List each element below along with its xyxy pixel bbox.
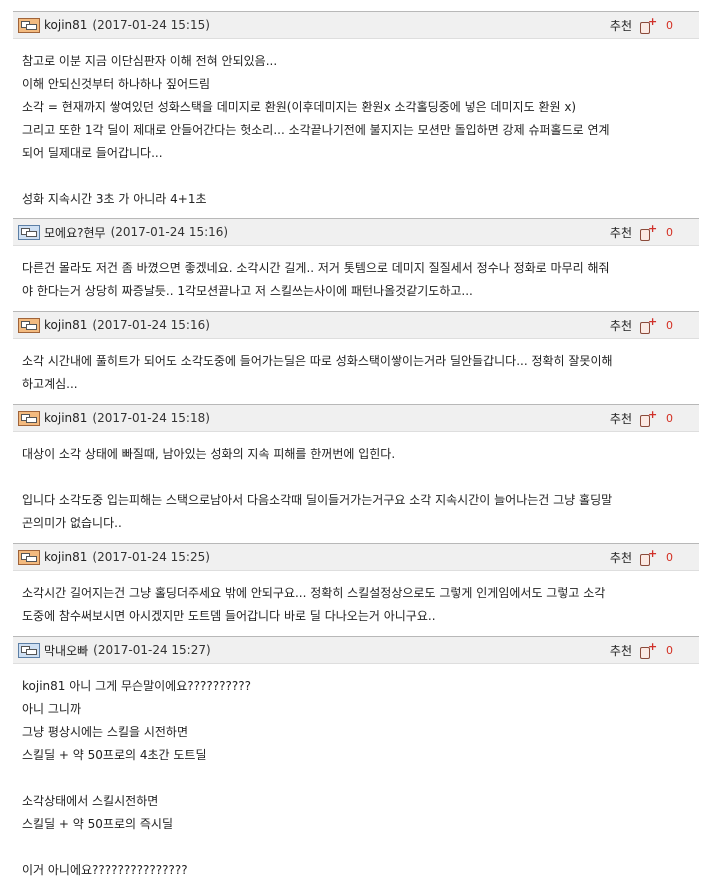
comment-line [22, 466, 699, 489]
recommend-area: 추천 0 [609, 640, 673, 659]
comment-line: 그냥 평상시에는 스킬을 시전하면 [22, 725, 189, 739]
comment-date: (2017-01-24 15:18) [92, 411, 210, 425]
recommend-area: 추천 0 [609, 408, 673, 427]
comment-line: 야 한다는거 상당히 짜증날듯.. 1각모션끝나고 저 스킬쓰는사이에 패턴나올… [22, 284, 473, 298]
comment-line [22, 836, 699, 859]
comment-body: 소각 시간내에 풀히트가 되어도 소각도중에 들어가는딜은 따로 성화스택이쌓이… [13, 339, 699, 396]
comment-line: 도중에 참수써보시면 아시겠지만 도트뎀 들어갑니다 바로 딜 다나오는거 아니… [22, 609, 436, 623]
comment-item: kojin81 (2017-01-24 15:15) 추천 0 참고로 이분 지금 이단… [13, 11, 699, 211]
comment-author[interactable]: kojin81 [44, 318, 87, 332]
comment-body: 참고로 이분 지금 이단심판자 이해 전혀 안되있음... 이해 안되신것부터 하… [13, 39, 699, 211]
comment-item: kojin81 (2017-01-24 15:18) 추천 0 대상이 소각 상태에 빠… [13, 404, 699, 535]
comment-item: 막내오빠 (2017-01-24 15:27) 추천 0 kojin81 아니 그게 무… [13, 636, 699, 882]
comment-line: 다른건 몰라도 저건 좀 바꼈으면 좋겠네요. 소각시간 길게.. 저거 톳템으… [22, 261, 610, 275]
comment-body: 소각시간 길어지는건 그냥 홀딩더주세요 밖에 안되구요... 정확히 스킬설정… [13, 571, 699, 628]
recommend-label: 추천 [609, 644, 632, 658]
level-icon [18, 549, 40, 565]
comment-line [22, 165, 699, 188]
comment-line: 소각 = 현재까지 쌓여있던 성화스택을 데미지로 환원(이후데미지는 환원x … [22, 100, 577, 114]
comment-line: 성화 지속시간 3초 가 아니라 4+1초 [22, 192, 207, 206]
comment-body: 다른건 몰라도 저건 좀 바꼈으면 좋겠네요. 소각시간 길게.. 저거 톳템으… [13, 246, 699, 303]
level-icon [18, 224, 40, 240]
level-icon [18, 317, 40, 333]
thumbs-up-icon[interactable] [638, 15, 657, 34]
comment-item: 모에요?현무 (2017-01-24 15:16) 추천 0 다른건 몰라도 저건 좀 … [13, 218, 699, 303]
thumbs-up-icon[interactable] [638, 547, 657, 566]
comment-author[interactable]: kojin81 [44, 550, 87, 564]
comment-line: 소각시간 길어지는건 그냥 홀딩더주세요 밖에 안되구요... 정확히 스킬설정… [22, 586, 606, 600]
comment-date: (2017-01-24 15:15) [92, 18, 210, 32]
comment-header: 모에요?현무 (2017-01-24 15:16) 추천 0 [13, 218, 699, 246]
comment-line: 곤의미가 없습니다.. [22, 516, 122, 530]
recommend-count: 0 [666, 644, 673, 657]
thumbs-up-icon[interactable] [638, 222, 657, 241]
recommend-area: 추천 0 [609, 15, 673, 34]
comment-line: 하고계심... [22, 377, 78, 391]
recommend-count: 0 [666, 551, 673, 564]
comment-line: 그리고 또한 1각 딜이 제대로 안들어간다는 헛소리... 소각끝나기전에 불… [22, 123, 610, 137]
recommend-area: 추천 0 [609, 222, 673, 241]
comment-header: 막내오빠 (2017-01-24 15:27) 추천 0 [13, 636, 699, 664]
comment-header: kojin81 (2017-01-24 15:16) 추천 0 [13, 311, 699, 339]
comment-body: kojin81 아니 그게 무슨말이에요?????????? 아니 그니까그냥 평… [13, 664, 699, 882]
thumbs-up-icon[interactable] [638, 640, 657, 659]
comment-line: 되어 딜제대로 들어갑니다... [22, 146, 163, 160]
thumbs-up-icon[interactable] [638, 408, 657, 427]
comment-line: 대상이 소각 상태에 빠질때, 남아있는 성화의 지속 피해를 한꺼번에 입힌다… [22, 447, 396, 461]
recommend-label: 추천 [609, 19, 632, 33]
recommend-count: 0 [666, 19, 673, 32]
comment-line: 아니 그니까 [22, 702, 82, 716]
level-icon [18, 410, 40, 426]
comment-body: 대상이 소각 상태에 빠질때, 남아있는 성화의 지속 피해를 한꺼번에 입힌다… [13, 432, 699, 535]
comment-date: (2017-01-24 15:27) [93, 643, 211, 657]
comment-header: kojin81 (2017-01-24 15:25) 추천 0 [13, 543, 699, 571]
comment-line: 이거 아니에요??????????????? [22, 863, 188, 877]
comment-line: 스킬딜 + 약 50프로의 4초간 도트딜 [22, 748, 207, 762]
recommend-label: 추천 [609, 412, 632, 426]
recommend-area: 추천 0 [609, 547, 673, 566]
comment-line [22, 767, 699, 790]
recommend-area: 추천 0 [609, 315, 673, 334]
recommend-count: 0 [666, 412, 673, 425]
comment-line: 입니다 소각도중 입는피해는 스택으로남아서 다음소각때 딜이들거가는거구요 소… [22, 493, 613, 507]
comment-line: 소각상태에서 스킬시전하면 [22, 794, 159, 808]
comment-author[interactable]: kojin81 [44, 411, 87, 425]
level-icon [18, 642, 40, 658]
thumbs-up-icon[interactable] [638, 315, 657, 334]
level-icon [18, 17, 40, 33]
comment-date: (2017-01-24 15:16) [92, 318, 210, 332]
recommend-label: 추천 [609, 226, 632, 240]
comment-author[interactable]: kojin81 [44, 18, 87, 32]
comment-line: kojin81 아니 그게 무슨말이에요?????????? [22, 679, 251, 693]
comment-author[interactable]: 모에요?현무 [44, 224, 106, 241]
comment-line: 스킬딜 + 약 50프로의 즉시딜 [22, 817, 173, 831]
comment-item: kojin81 (2017-01-24 15:25) 추천 0 소각시간 길어지는건 그… [13, 543, 699, 628]
recommend-label: 추천 [609, 319, 632, 333]
comment-line: 소각 시간내에 풀히트가 되어도 소각도중에 들어가는딜은 따로 성화스택이쌓이… [22, 354, 613, 368]
comment-header: kojin81 (2017-01-24 15:15) 추천 0 [13, 11, 699, 39]
comment-date: (2017-01-24 15:16) [110, 225, 229, 239]
recommend-label: 추천 [609, 551, 632, 565]
recommend-count: 0 [666, 226, 673, 239]
comment-header: kojin81 (2017-01-24 15:18) 추천 0 [13, 404, 699, 432]
comment-date: (2017-01-24 15:25) [92, 550, 210, 564]
comment-author[interactable]: 막내오빠 [44, 642, 88, 659]
comment-line: 이해 안되신것부터 하나하나 짚어드림 [22, 77, 211, 91]
recommend-count: 0 [666, 319, 673, 332]
comment-line: 참고로 이분 지금 이단심판자 이해 전혀 안되있음... [22, 54, 278, 68]
comment-item: kojin81 (2017-01-24 15:16) 추천 0 소각 시간내에 풀히트가… [13, 311, 699, 396]
